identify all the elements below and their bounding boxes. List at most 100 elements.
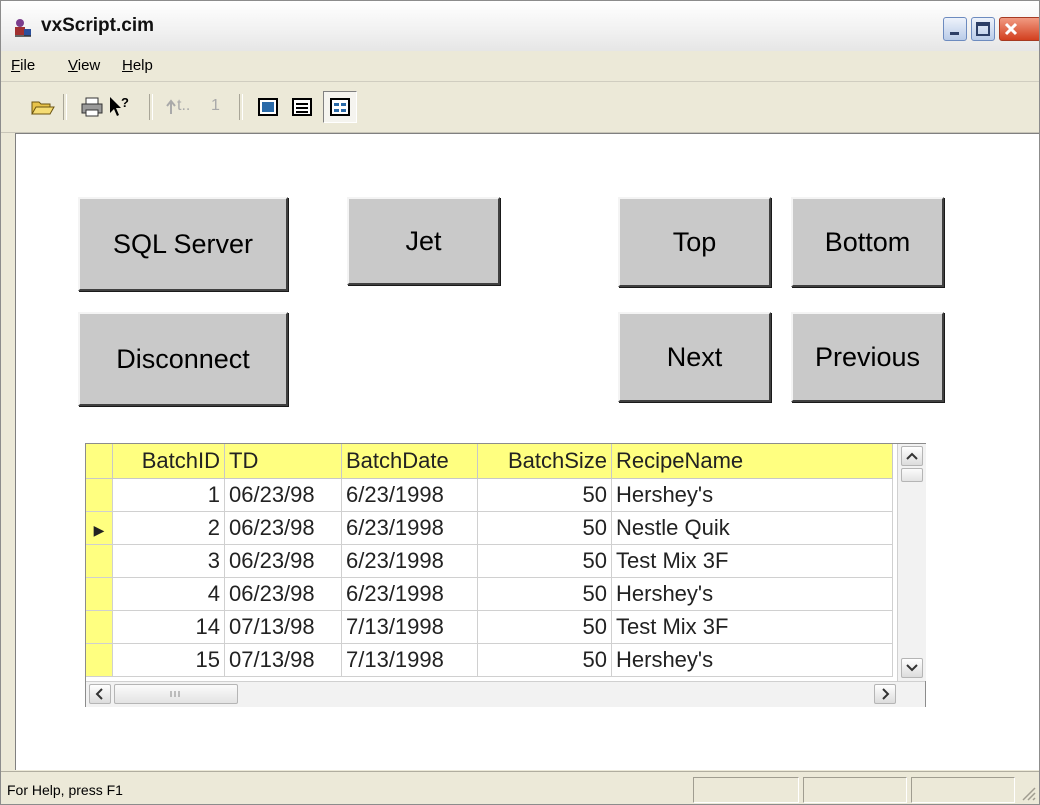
- table-row[interactable]: 3 06/23/98 6/23/1998 50 Test Mix 3F: [86, 544, 893, 578]
- vertical-scrollbar[interactable]: [897, 444, 926, 681]
- data-grid[interactable]: BatchID TD BatchDate BatchSize RecipeNam…: [85, 443, 926, 707]
- menu-view-hotkey: V: [68, 57, 78, 74]
- chevron-right-icon: [882, 688, 890, 700]
- cell-batchsize[interactable]: 50: [477, 610, 612, 644]
- menu-help-hotkey: H: [122, 57, 133, 74]
- view-single-icon[interactable]: [255, 94, 281, 120]
- cell-batchdate[interactable]: 7/13/1998: [341, 610, 478, 644]
- cell-recipename[interactable]: Nestle Quik: [611, 511, 893, 545]
- cell-td[interactable]: 06/23/98: [224, 478, 342, 512]
- cell-batchid[interactable]: 14: [112, 610, 225, 644]
- view-form-toggle[interactable]: [323, 91, 357, 123]
- cell-recipename[interactable]: Hershey's: [611, 478, 893, 512]
- app-window: vxScript.cim File View Help ? t.. 1 SQL …: [0, 0, 1040, 805]
- cell-recipename[interactable]: Hershey's: [611, 577, 893, 611]
- table-row[interactable]: ▶ 2 06/23/98 6/23/1998 50 Nestle Quik: [86, 511, 893, 545]
- scroll-left-button[interactable]: [89, 684, 111, 704]
- scroll-down-button[interactable]: [901, 658, 923, 678]
- title-bar[interactable]: vxScript.cim: [1, 1, 1039, 52]
- horizontal-scrollbar[interactable]: [86, 681, 925, 707]
- svg-text:?: ?: [121, 95, 129, 110]
- cell-batchdate[interactable]: 6/23/1998: [341, 478, 478, 512]
- cell-td[interactable]: 07/13/98: [224, 643, 342, 677]
- cell-batchsize[interactable]: 50: [477, 478, 612, 512]
- disconnect-button[interactable]: Disconnect: [78, 312, 288, 406]
- row-selector[interactable]: [86, 478, 113, 512]
- cell-batchdate[interactable]: 7/13/1998: [341, 643, 478, 677]
- next-button-label: Next: [666, 342, 723, 372]
- column-header-batchdate[interactable]: BatchDate: [341, 444, 478, 479]
- table-row[interactable]: 1 06/23/98 6/23/1998 50 Hershey's: [86, 478, 893, 512]
- menu-bar: File View Help: [1, 51, 1039, 82]
- cell-recipename[interactable]: Test Mix 3F: [611, 544, 893, 578]
- row-selector[interactable]: [86, 544, 113, 578]
- cell-batchsize[interactable]: 50: [477, 643, 612, 677]
- resize-grip-icon[interactable]: [1017, 782, 1037, 802]
- cell-batchid[interactable]: 2: [112, 511, 225, 545]
- menu-help[interactable]: Help: [122, 57, 153, 74]
- cell-td[interactable]: 06/23/98: [224, 544, 342, 578]
- cell-batchdate[interactable]: 6/23/1998: [341, 544, 478, 578]
- cell-td[interactable]: 06/23/98: [224, 577, 342, 611]
- open-folder-icon[interactable]: [29, 94, 55, 120]
- sheriff-app-icon: [15, 19, 31, 37]
- menu-file[interactable]: File: [11, 57, 35, 74]
- cell-batchsize[interactable]: 50: [477, 544, 612, 578]
- column-header-recipename[interactable]: RecipeName: [611, 444, 893, 479]
- cell-batchid[interactable]: 4: [112, 577, 225, 611]
- grid-corner-cell[interactable]: [86, 444, 113, 479]
- close-button[interactable]: [999, 17, 1039, 41]
- minimize-icon: [950, 32, 959, 35]
- scroll-right-button[interactable]: [874, 684, 896, 704]
- horizontal-scroll-thumb[interactable]: [114, 684, 238, 704]
- view-form-icon: [330, 98, 350, 116]
- previous-button[interactable]: Previous: [791, 312, 944, 402]
- toolbar-separator: [149, 94, 153, 120]
- table-row[interactable]: 4 06/23/98 6/23/1998 50 Hershey's: [86, 577, 893, 611]
- cell-recipename[interactable]: Test Mix 3F: [611, 610, 893, 644]
- row-selector[interactable]: [86, 643, 113, 677]
- menu-view[interactable]: View: [68, 57, 100, 74]
- grip-icon: [170, 691, 180, 697]
- cell-batchid[interactable]: 1: [112, 478, 225, 512]
- cell-td[interactable]: 06/23/98: [224, 511, 342, 545]
- row-selector[interactable]: [86, 610, 113, 644]
- vertical-scroll-thumb[interactable]: [901, 468, 923, 482]
- column-header-batchsize[interactable]: BatchSize: [477, 444, 612, 479]
- cell-batchsize[interactable]: 50: [477, 577, 612, 611]
- table-row[interactable]: 14 07/13/98 7/13/1998 50 Test Mix 3F: [86, 610, 893, 644]
- scroll-up-button[interactable]: [901, 446, 923, 466]
- table-row[interactable]: 15 07/13/98 7/13/1998 50 Hershey's: [86, 643, 893, 677]
- cell-batchid[interactable]: 15: [112, 643, 225, 677]
- top-button-label: Top: [672, 227, 717, 257]
- bottom-button-label: Bottom: [824, 227, 911, 257]
- bottom-button[interactable]: Bottom: [791, 197, 944, 287]
- menu-view-label: iew: [77, 57, 101, 74]
- cell-batchid[interactable]: 3: [112, 544, 225, 578]
- next-button[interactable]: Next: [618, 312, 771, 402]
- toolbar-record-number: 1: [211, 97, 220, 114]
- menu-help-label: elp: [132, 57, 153, 74]
- toolbar-disabled-label: t..: [177, 97, 191, 114]
- cell-batchdate[interactable]: 6/23/1998: [341, 511, 478, 545]
- cell-batchsize[interactable]: 50: [477, 511, 612, 545]
- minimize-button[interactable]: [943, 17, 967, 41]
- status-text: For Help, press F1: [7, 782, 123, 798]
- cell-td[interactable]: 07/13/98: [224, 610, 342, 644]
- context-help-icon[interactable]: ?: [107, 94, 133, 120]
- jet-button[interactable]: Jet: [347, 197, 500, 285]
- print-icon[interactable]: [79, 94, 105, 120]
- column-header-batchid[interactable]: BatchID: [112, 444, 225, 479]
- top-button[interactable]: Top: [618, 197, 771, 287]
- maximize-button[interactable]: [971, 17, 995, 41]
- row-selector[interactable]: [86, 577, 113, 611]
- row-selector[interactable]: ▶: [86, 511, 113, 545]
- cell-batchdate[interactable]: 6/23/1998: [341, 577, 478, 611]
- sql-server-button[interactable]: SQL Server: [78, 197, 288, 291]
- toolbar-separator: [239, 94, 243, 120]
- previous-button-label: Previous: [814, 342, 921, 372]
- view-list-icon[interactable]: [289, 94, 315, 120]
- cell-recipename[interactable]: Hershey's: [611, 643, 893, 677]
- grid-body: 1 06/23/98 6/23/1998 50 Hershey's ▶ 2 06/23/98 6…: [86, 478, 893, 677]
- column-header-td[interactable]: TD: [224, 444, 342, 479]
